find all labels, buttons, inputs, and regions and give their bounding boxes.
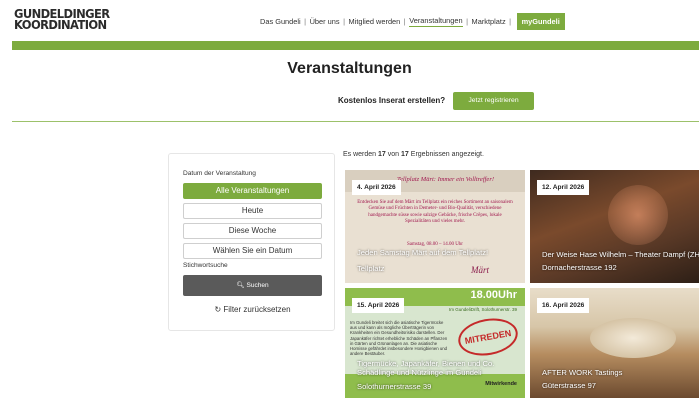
- nav-separator: |: [403, 16, 406, 26]
- results-suffix: Ergebnissen angezeigt.: [410, 151, 484, 158]
- event-date-badge: 16. April 2026: [537, 298, 590, 313]
- event-title[interactable]: Der Weise Hase Wilhelm – Theater Dampf (…: [542, 250, 699, 259]
- refresh-icon: ↻: [214, 305, 222, 314]
- filter-all-events[interactable]: Alle Veranstaltungen: [183, 183, 322, 199]
- results-count: Es werden 17 von 17 Ergebnissen angezeig…: [343, 151, 484, 158]
- nav-ueber-uns[interactable]: Über uns: [310, 17, 340, 26]
- filter-choose-date[interactable]: Wählen Sie ein Datum: [183, 243, 322, 259]
- card-mitwirkende: Mitwirkende: [485, 381, 517, 387]
- page-title: Veranstaltungen: [287, 60, 412, 77]
- nav-separator: |: [304, 16, 307, 26]
- event-card[interactable]: 16. April 2026 AFTER WORK Tastings Güter…: [530, 288, 699, 398]
- results-middle: von: [387, 151, 400, 158]
- nav-das-gundeli[interactable]: Das Gundeli: [260, 17, 301, 26]
- nav-veranstaltungen[interactable]: Veranstaltungen: [409, 16, 463, 27]
- event-location: Dornacherstrasse 192: [542, 263, 617, 272]
- event-card[interactable]: 18.00Uhr Im GundeliDrift, Solothurnerstr…: [345, 288, 525, 398]
- results-shown: 17: [378, 151, 386, 158]
- event-location: Solothurnerstrasse 39: [357, 382, 432, 391]
- event-location: Güterstrasse 97: [542, 381, 597, 390]
- event-date-badge: 4. April 2026: [352, 180, 401, 195]
- filter-panel: Datum der Veranstaltung Alle Veranstaltu…: [168, 153, 335, 331]
- card-image-time: Samstag, 08.00 – 14.00 Uhr: [407, 242, 463, 247]
- card-image-body-text: Im Gundeli breitet sich die asiatische T…: [350, 320, 448, 357]
- event-title[interactable]: Jeden Samstag Märt auf dem Tellplatz!: [357, 248, 523, 257]
- section-divider: [12, 121, 699, 122]
- keyword-search-label: Stichwortsuche: [183, 262, 228, 269]
- card-banner-text: Tellplatz Märt: Immer ein Volltreffer!: [397, 176, 495, 183]
- event-card[interactable]: 12. April 2026 Der Weise Hase Wilhelm – …: [530, 170, 699, 283]
- register-button[interactable]: Jetzt registrieren: [453, 92, 534, 110]
- event-date-badge: 12. April 2026: [537, 180, 590, 195]
- nav-mitglied-werden[interactable]: Mitglied werden: [349, 17, 401, 26]
- event-date-badge: 15. April 2026: [352, 298, 405, 313]
- nav-separator: |: [343, 16, 346, 26]
- event-location: Tellplatz: [357, 264, 385, 273]
- mitreden-stamp: MITREDEN: [455, 314, 521, 360]
- search-button-label: Suchen: [246, 282, 269, 289]
- card-image: [590, 318, 676, 358]
- search-icon: 🔍︎: [236, 282, 245, 289]
- header-green-bar: [12, 41, 699, 50]
- main-nav: Das Gundeli | Über uns | Mitglied werden…: [260, 12, 565, 30]
- maert-logo: Märt: [471, 265, 489, 275]
- nav-separator: |: [509, 16, 512, 26]
- filter-this-week[interactable]: Diese Woche: [183, 223, 322, 239]
- event-title[interactable]: Tigermücke, Japankäfer, Bienen und Co. S…: [357, 359, 523, 377]
- reset-filter-label: Filter zurücksetzen: [223, 305, 291, 314]
- event-title[interactable]: AFTER WORK Tastings: [542, 368, 699, 377]
- results-total: 17: [401, 151, 409, 158]
- results-prefix: Es werden: [343, 151, 377, 158]
- card-band-time: 18.00Uhr: [470, 289, 517, 301]
- event-card[interactable]: Tellplatz Märt: Immer ein Volltreffer! E…: [345, 170, 525, 283]
- filter-today[interactable]: Heute: [183, 203, 322, 219]
- search-button[interactable]: 🔍︎ Suchen: [183, 275, 322, 296]
- card-image: [608, 185, 668, 245]
- nav-mygundeli-button[interactable]: myGundeli: [516, 12, 565, 30]
- inserat-prompt: Kostenlos Inserat erstellen?: [338, 96, 446, 105]
- logo-line2: KOORDINATION: [14, 16, 107, 33]
- card-image-description: Entdecken Sie auf dem Märt im Tellplatz …: [357, 200, 513, 225]
- reset-filter-button[interactable]: ↻ Filter zurücksetzen: [183, 305, 322, 314]
- nav-marktplatz[interactable]: Marktplatz: [472, 17, 506, 26]
- date-filter-label: Datum der Veranstaltung: [183, 170, 256, 177]
- nav-separator: |: [466, 16, 469, 26]
- card-band-subtitle: Im GundeliDrift, Solothurnerstr. 39: [448, 307, 517, 312]
- logo[interactable]: GUNDELDINGER KOORDINATION: [14, 7, 110, 33]
